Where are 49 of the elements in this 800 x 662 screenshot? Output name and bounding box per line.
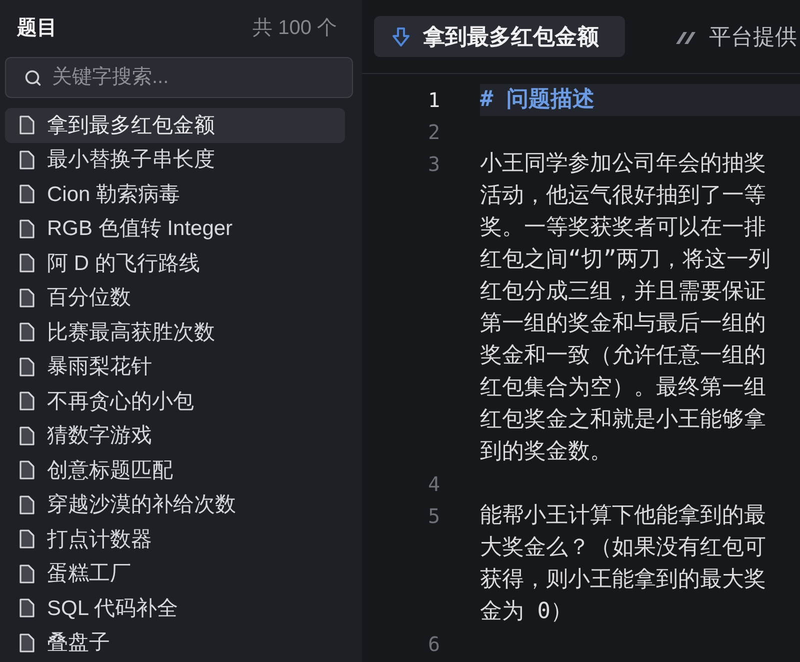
file-icon [19,529,35,550]
line-number: 6 [428,631,440,658]
problem-list-item[interactable]: 猜数字游戏 [5,418,345,453]
tab[interactable]: 平台提供 [658,16,797,57]
file-icon [19,494,35,515]
problem-list-item[interactable]: RGB 色值转 Integer [5,212,345,246]
file-icon [19,115,35,136]
problem-list-item[interactable]: 拿到最多红包金额 [5,108,345,142]
problem-list-item[interactable]: 阿 D 的飞行路线 [5,246,345,280]
arrow-down-icon [392,26,410,46]
problem-list-item[interactable]: 叠盘子 [5,626,345,660]
item-count: 共 100 个 [252,16,337,41]
file-icon [19,150,35,170]
file-icon [19,184,35,204]
description-paragraph: 能帮小王计算下他能拿到的最大奖金么？（如果没有红包可获得，则小王能拿到的最大奖金为 0） [480,502,767,626]
file-icon [19,460,35,480]
file-icon [19,356,35,377]
problem-list-item[interactable]: 创意标题匹配 [5,453,345,488]
problem-list-item[interactable]: 最小替换子串长度 [5,142,345,177]
file-icon [19,598,35,618]
problem-list-item[interactable]: 暴雨梨花针 [5,350,345,384]
line-number: 5 [428,503,440,530]
file-icon [19,426,35,446]
search-field[interactable]: 关键字搜索... [5,57,353,98]
file-icon [19,632,35,653]
problem-list-item[interactable]: 打点计数器 [5,522,345,556]
file-icon [19,253,35,274]
problem-list-item[interactable]: 百分位数 [5,280,345,315]
description-paragraph: 小王同学参加公司年会的抽奖活动，他运气很好抽到了一等奖。一等奖获奖者可以在一排红包之间“切”两刀，将这一列红包分成三组，并且需要保证第一组的奖金和与最后一组的奖金和一致（允许任意一组的红包集合为空）。最终第一组红包奖金之和就是小王能够拿到的奖金数。 [480,150,772,466]
markdown-heading: # 问题描述 [480,86,596,114]
file-icon [19,564,35,584]
file-icon [19,288,35,308]
line-number: 3 [428,151,440,178]
problem-list-item[interactable]: SQL 代码补全 [5,591,345,626]
file-icon [19,218,35,239]
slanted-stripes-icon [676,30,696,44]
line-number: 4 [428,471,440,498]
line-number: 2 [428,119,440,146]
file-icon [19,322,35,342]
sidebar-title: 题目 [17,16,57,41]
problem-list-item[interactable]: 蛋糕工厂 [5,556,345,591]
problem-list-item[interactable]: Cion 勒索病毒 [5,177,345,212]
tab[interactable]: 拿到最多红包金额 [374,16,625,57]
problem-list-item[interactable]: 不再贪心的小包 [5,384,345,418]
problem-list-item[interactable]: 比赛最高获胜次数 [5,315,345,350]
line-number: 1 [428,87,440,114]
problem-list-item[interactable]: 穿越沙漠的补给次数 [5,488,345,522]
search-icon [24,68,42,86]
file-icon [19,391,35,412]
